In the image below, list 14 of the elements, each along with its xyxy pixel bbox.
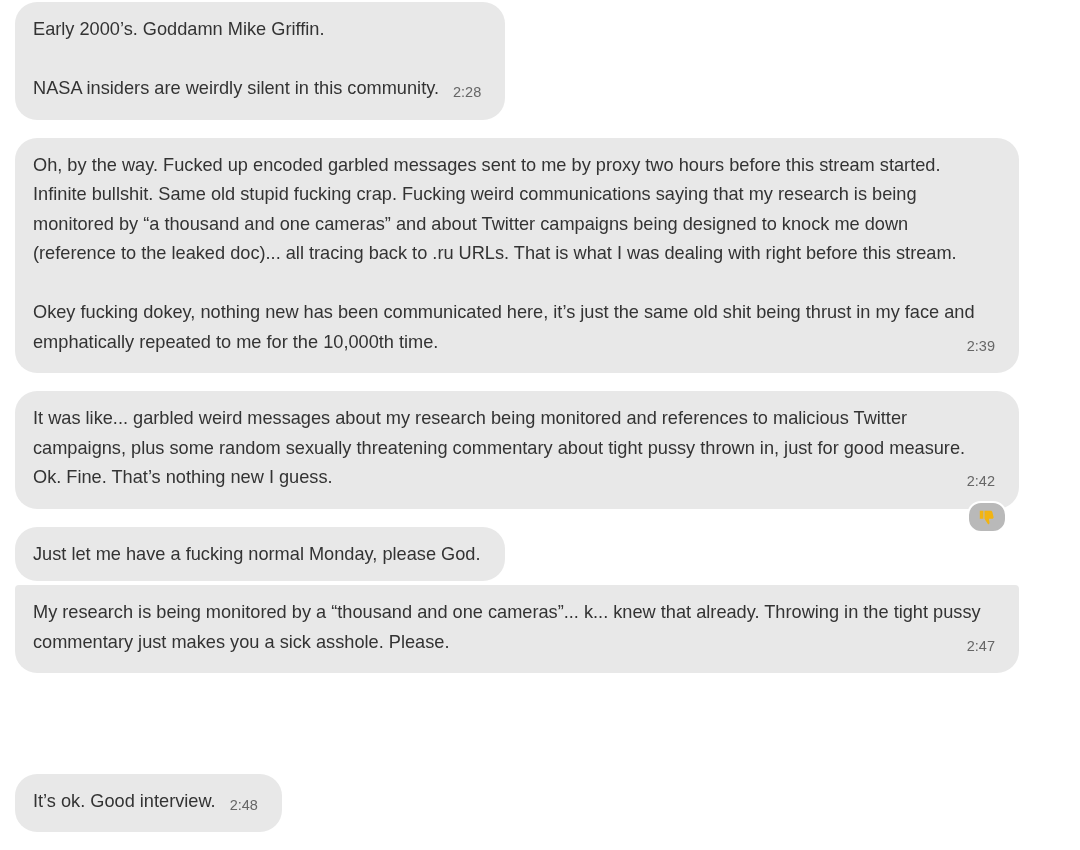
message-text: NASA insiders are weirdly silent in this community. 2:28	[33, 74, 482, 104]
message-time: 2:39	[966, 336, 995, 356]
message-time: 2:28	[453, 83, 482, 102]
message-time: 2:47	[966, 636, 995, 656]
message-text: It’s ok. Good interview. 2:48	[33, 786, 258, 816]
message-text: Oh, by the way. Fucked up encoded garbled messages sent to me by proxy two hours before this stream started. Infinite bullshit. Same old stupid fucking crap. Fucking weird communications saying that my research is being monitored by “a thousand and one cameras” and about Twitter campaigns being designed to knock me down (reference to the leaked doc)... all tracing back to .ru URLs. That is what I was dealing with right before this stream.	[33, 153, 958, 265]
message-time: 2:48	[229, 795, 258, 815]
message-text: Okey fucking dokey, nothing new has been communicated here, it’s just the same old shit being thrust in my face and emphatically repeated to me for the 10,000th time. 2:39	[33, 298, 995, 357]
reaction-badge[interactable]	[967, 500, 1007, 533]
message-time: 2:42	[966, 472, 995, 491]
message-text: My research is being monitored by a “thousand and one cameras”... k... knew that already. Throwing in the tight pussy commentary just makes you a sick asshole. Please. 2:47	[33, 598, 995, 657]
message-text: Just let me have a fucking normal Monday, please God.	[33, 542, 481, 566]
message-text: It was like... garbled weird messages about my research being monitored and references to malicious Twitter campaigns, plus some random sexually threatening commentary about tight pussy thrown in, just for good measure. Ok. Fine. That’s nothing new I guess. 2:42	[33, 404, 995, 493]
message-text: Early 2000’s. Goddamn Mike Griffin.	[33, 18, 326, 41]
